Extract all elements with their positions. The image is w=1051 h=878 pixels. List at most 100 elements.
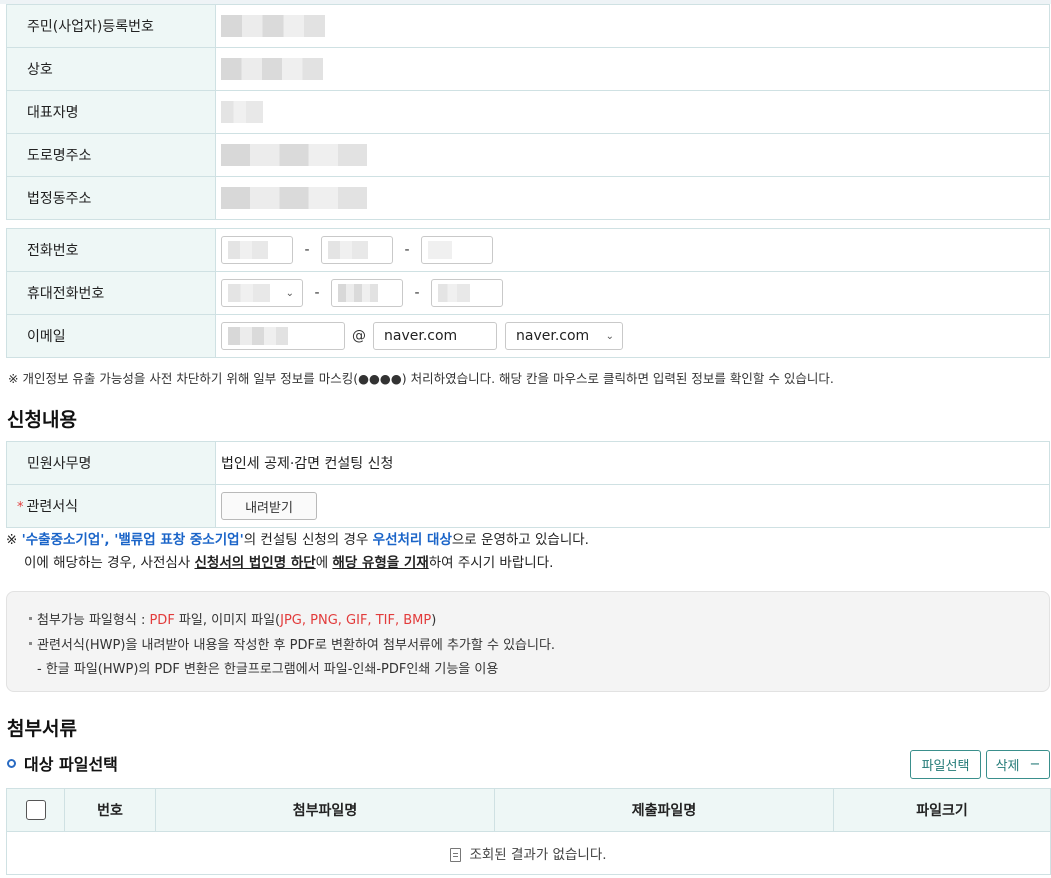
label-representative: 대표자명 (6, 90, 216, 134)
file-select-subtitle: 대상 파일선택 (7, 751, 118, 775)
label-related-forms-text: 관련서식 (26, 499, 79, 515)
masked-value (221, 15, 325, 37)
value-registration-number[interactable] (215, 4, 1050, 48)
contact-table: 전화번호 - - 휴대전화번호 ⌄ - - 이메일 @ naver.com naver.c… (6, 228, 1050, 358)
masked-value (221, 101, 263, 123)
priority-text: 우선처리 대상 (372, 532, 452, 548)
section-title-attachments: 첨부서류 (7, 718, 77, 740)
row-phone: 전화번호 - - (6, 228, 1050, 272)
label-legal-address: 법정동주소 (6, 176, 216, 220)
label-mobile: 휴대전화번호 (6, 271, 216, 315)
masked-value (428, 241, 452, 259)
table-header-row: 번호 첨부파일명 제출파일명 파일크기 (6, 788, 1051, 832)
row-service-name: 민원사무명 법인세 공제·감면 컨설팅 신청 (6, 441, 1050, 485)
label-road-address: 도로명주소 (6, 133, 216, 177)
export-sme-text: '수출중소기업' (21, 532, 105, 548)
delete-button[interactable]: 삭제 − (986, 750, 1050, 779)
chevron-down-icon: ⌄ (285, 288, 294, 299)
line2-c: 에 (315, 555, 333, 571)
priority-notice-line2: 이에 해당하는 경우, 사전심사 신청서의 법인명 하단에 해당 유형을 기재하… (6, 552, 589, 575)
label-phone: 전화번호 (6, 228, 216, 272)
delete-button-label: 삭제 (995, 759, 1020, 774)
info-l1-c: ) (431, 613, 437, 628)
attachment-table: 번호 첨부파일명 제출파일명 파일크기 조회된 결과가 없습니다. (6, 788, 1051, 875)
value-company-name[interactable] (215, 47, 1050, 91)
row-road-address: 도로명주소 (6, 133, 1050, 177)
required-mark: * (17, 500, 24, 515)
line2-e: 하여 주시기 바랍니다. (428, 555, 554, 571)
value-service-name: 법인세 공제·감면 컨설팅 신청 (215, 441, 1050, 485)
dash: - (304, 242, 310, 258)
line2-b: 신청서의 법인명 하단 (194, 555, 316, 571)
label-service-name: 민원사무명 (6, 441, 216, 485)
phone-part2-input[interactable] (321, 236, 393, 264)
document-icon (450, 848, 462, 862)
masked-value (338, 284, 378, 302)
info-line-2: 관련서식(HWP)을 내려받아 내용을 작성한 후 PDF로 변환하여 첨부서류… (29, 634, 1049, 659)
at-sign: @ (352, 328, 366, 344)
phone-part1-input[interactable] (221, 236, 293, 264)
row-mobile: 휴대전화번호 ⌄ - - (6, 271, 1050, 315)
mobile-prefix-select[interactable]: ⌄ (221, 279, 303, 307)
masked-value (221, 58, 323, 80)
file-select-subtitle-text: 대상 파일선택 (24, 755, 118, 774)
bullet (29, 617, 32, 620)
empty-row: 조회된 결과가 없습니다. (6, 831, 1051, 875)
line2-d: 해당 유형을 기재 (332, 555, 429, 571)
column-header-attachment-name: 첨부파일명 (155, 788, 495, 832)
masked-value (221, 187, 367, 209)
empty-message: 조회된 결과가 없습니다. (469, 847, 607, 863)
file-select-button[interactable]: 파일선택 (910, 750, 981, 779)
info-l1-img: JPG, PNG, GIF, TIF, BMP (280, 613, 432, 628)
info-l1-b: 파일, 이미지 파일( (174, 613, 281, 628)
email-domain-value: naver.com (384, 328, 458, 344)
info-line-3: - 한글 파일(HWP)의 PDF 변환은 한글프로그램에서 파일-인쇄-PDF… (37, 662, 499, 677)
value-legal-address[interactable] (215, 176, 1050, 220)
phone-part3-input[interactable] (421, 236, 493, 264)
label-company-name: 상호 (6, 47, 216, 91)
chevron-down-icon: ⌄ (605, 331, 614, 342)
priority-notice-line1: ※ '수출중소기업', '밸류업 표창 중소기업'의 컨설팅 신청의 경우 우선… (6, 529, 589, 552)
masked-value (328, 241, 368, 259)
masking-notice: ※ 개인정보 유출 가능성을 사전 차단하기 위해 일부 정보를 마스킹(●●●… (8, 371, 834, 386)
dash: - (314, 285, 320, 301)
notice-mid: 의 컨설팅 신청의 경우 (243, 532, 373, 548)
valueup-sme-text: '밸류업 표창 중소기업' (114, 532, 244, 548)
row-related-forms: * 관련서식 내려받기 (6, 484, 1050, 528)
minus-icon: − (1029, 757, 1041, 772)
info-l1-pdf: PDF (149, 613, 175, 628)
value-representative[interactable] (215, 90, 1050, 134)
priority-notice: ※ '수출중소기업', '밸류업 표창 중소기업'의 컨설팅 신청의 경우 우선… (6, 529, 589, 575)
row-registration-number: 주민(사업자)등록번호 (6, 4, 1050, 48)
column-header-number: 번호 (64, 788, 156, 832)
download-button[interactable]: 내려받기 (221, 492, 317, 520)
line2-a: 이에 해당하는 경우, 사전심사 (24, 555, 195, 571)
masked-value (221, 144, 367, 166)
info-l1-a: 첨부가능 파일형식 : (37, 613, 150, 628)
masked-value (228, 327, 288, 345)
email-id-input[interactable] (221, 322, 345, 350)
select-all-checkbox[interactable] (25, 800, 46, 820)
masked-value (228, 241, 268, 259)
application-table: 민원사무명 법인세 공제·감면 컨설팅 신청 * 관련서식 내려받기 (6, 441, 1050, 528)
email-domain-input[interactable]: naver.com (373, 322, 497, 350)
applicant-info-table: 주민(사업자)등록번호 상호 대표자명 도로명주소 법정동주소 (6, 4, 1050, 220)
mobile-part2-input[interactable] (331, 279, 403, 307)
section-title-application: 신청내용 (7, 409, 77, 431)
notice-suffix: 으로 운영하고 있습니다. (451, 532, 589, 548)
row-representative: 대표자명 (6, 90, 1050, 134)
dash: - (414, 285, 420, 301)
row-company-name: 상호 (6, 47, 1050, 91)
comma: , (104, 532, 115, 548)
empty-cell: 조회된 결과가 없습니다. (6, 831, 1051, 875)
mobile-part3-input[interactable] (431, 279, 503, 307)
label-related-forms: * 관련서식 (6, 484, 216, 528)
label-email: 이메일 (6, 314, 216, 358)
file-info-box: 첨부가능 파일형식 : PDF 파일, 이미지 파일(JPG, PNG, GIF… (6, 591, 1050, 692)
dash: - (404, 242, 410, 258)
masked-value (438, 284, 470, 302)
circle-bullet-icon (7, 758, 16, 768)
row-email: 이메일 @ naver.com naver.com ⌄ (6, 314, 1050, 358)
value-road-address[interactable] (215, 133, 1050, 177)
email-domain-select[interactable]: naver.com ⌄ (505, 322, 623, 350)
